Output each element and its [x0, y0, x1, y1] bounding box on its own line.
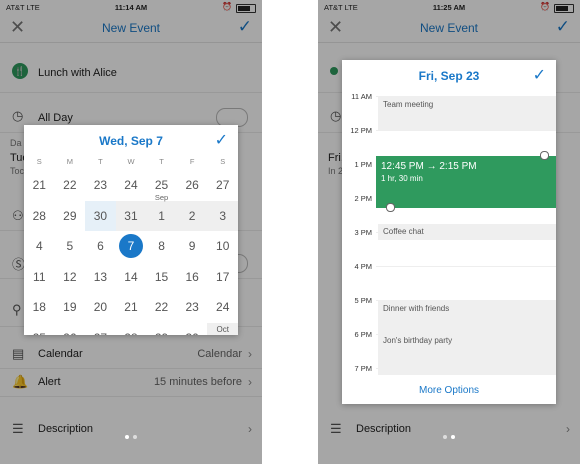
date-cell[interactable]: 19 [55, 292, 86, 322]
date-cell[interactable]: 29 [55, 201, 86, 231]
hour-label: 6 PM [354, 330, 372, 339]
more-options-button[interactable]: More Options [342, 385, 556, 396]
event-title: Team meeting [383, 100, 434, 109]
date-cell[interactable]: 28 [24, 201, 55, 231]
date-cell[interactable]: 11 [24, 262, 55, 292]
date-cell[interactable]: 26 [177, 170, 208, 200]
right-phone-screen: AT&T LTE 11:25 AM ⏰ ✕ New Event ✓ ◷ Fri,… [318, 0, 580, 464]
picker-title: Wed, Sep 7 [99, 134, 163, 148]
hour-label: 7 PM [354, 364, 372, 373]
event-title: Coffee chat [383, 227, 424, 236]
date-cell[interactable]: 24 [207, 292, 238, 322]
date-cell[interactable]: 17 [207, 262, 238, 292]
date-cell[interactable]: 23 [85, 170, 116, 200]
date-cell[interactable]: 15 [146, 262, 177, 292]
schedule-title: Fri, Sep 23 [418, 69, 480, 83]
page-dot [133, 435, 137, 439]
resize-handle-bottom[interactable] [386, 203, 395, 212]
date-cell[interactable]: 25 [24, 323, 55, 336]
date-picker: Wed, Sep 7 ✓ SMTWTFS 21 22 23 24 25 26 27 28 29 3… [24, 125, 238, 335]
date-cell[interactable]: 2 [176, 200, 208, 231]
selected-time-range: 12:45 PM → 2:15 PM [381, 161, 477, 172]
left-phone-screen: AT&T LTE 11:14 AM ⏰ ✕ New Event ✓ 🍴 Lunc… [0, 0, 262, 464]
hour-label: 4 PM [354, 262, 372, 271]
weekday-label: T [98, 157, 103, 166]
hour-line [376, 130, 556, 131]
date-cell[interactable]: 30 [85, 200, 116, 231]
hour-line [376, 266, 556, 267]
checkmark-icon[interactable]: ✓ [215, 130, 228, 150]
page-dot [443, 435, 447, 439]
date-cell[interactable]: 5 [55, 231, 86, 261]
date-cell[interactable]: 10 [207, 231, 238, 261]
hour-label: 2 PM [354, 194, 372, 203]
month-label: Sep [154, 192, 169, 202]
event-title: Jon's birthday party [383, 336, 453, 345]
hour-label: 5 PM [354, 296, 372, 305]
date-cell[interactable]: 3 [207, 200, 238, 231]
page-indicator [318, 426, 580, 444]
page-dot [451, 435, 455, 439]
date-cell[interactable]: 4 [24, 231, 55, 261]
date-cell[interactable]: 30 [177, 323, 208, 336]
date-cell[interactable]: 26 [55, 323, 86, 336]
event-block-team-meeting[interactable]: Team meeting [378, 96, 556, 130]
date-cell[interactable]: 27 [85, 323, 116, 336]
checkmark-icon[interactable]: ✓ [533, 65, 546, 85]
date-cell[interactable]: 27 [207, 170, 238, 200]
date-cell[interactable]: 18 [24, 292, 55, 322]
page-dot [125, 435, 129, 439]
weekday-label: S [36, 157, 42, 166]
page-indicator [0, 426, 262, 444]
weekday-label: M [66, 157, 73, 166]
selected-time-block[interactable]: 12:45 PM → 2:15 PM 1 hr, 30 min [376, 156, 556, 208]
date-cell[interactable]: 20 [85, 292, 116, 322]
date-cell[interactable]: 16 [177, 262, 208, 292]
date-cell[interactable]: 21 [24, 170, 55, 200]
date-cell[interactable]: 12 [55, 262, 86, 292]
hour-label: 1 PM [354, 160, 372, 169]
date-cell[interactable]: 31 [115, 200, 147, 231]
date-cell[interactable]: 14 [116, 262, 147, 292]
date-cell[interactable]: 13 [85, 262, 116, 292]
date-cell[interactable]: 28 [116, 323, 147, 336]
resize-handle-top[interactable] [540, 151, 549, 160]
weekday-label: T [159, 157, 164, 166]
hour-label: 11 AM [351, 92, 372, 101]
date-cell[interactable]: 24 [116, 170, 147, 200]
date-cell[interactable]: 29 [146, 323, 177, 336]
date-cell[interactable]: 9 [177, 231, 208, 261]
date-cell[interactable]: 23 [177, 292, 208, 322]
selected-duration: 1 hr, 30 min [381, 174, 423, 183]
event-title: Dinner with friends [383, 304, 450, 313]
date-cell[interactable]: 22 [55, 170, 86, 200]
weekday-header: SMTWTFS [24, 157, 238, 169]
month-label[interactable]: Oct [207, 322, 238, 335]
time-picker: Fri, Sep 23 ✓ 11 AM 12 PM 1 PM 2 PM 3 PM 4 PM… [342, 60, 556, 404]
weekday-label: S [220, 157, 226, 166]
selected-date[interactable]: 7 [118, 234, 143, 258]
event-block-dinner[interactable]: Dinner with friends Jon's birthday party [378, 300, 556, 375]
date-cell[interactable]: 22 [146, 292, 177, 322]
weekday-label: F [189, 157, 195, 166]
date-cell[interactable]: 7 [116, 231, 147, 261]
date-cell[interactable]: 8 [146, 231, 177, 261]
hour-label: 12 PM [350, 126, 372, 135]
date-cell[interactable]: 6 [85, 231, 116, 261]
hour-label: 3 PM [354, 228, 372, 237]
date-cell[interactable]: Sep 1 [146, 193, 177, 231]
weekday-label: W [127, 157, 135, 166]
event-block-coffee-chat[interactable]: Coffee chat [378, 224, 556, 240]
date-cell[interactable]: 21 [116, 292, 147, 322]
